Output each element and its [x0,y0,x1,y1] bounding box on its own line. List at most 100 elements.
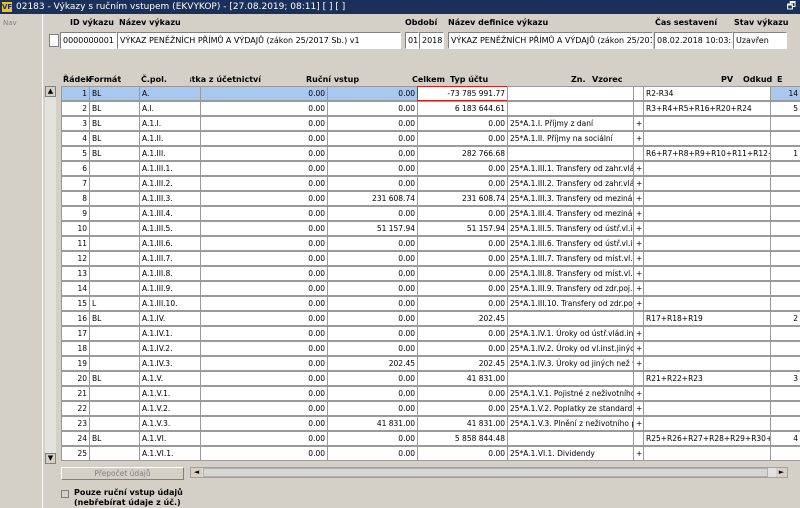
cell-celkem[interactable]: 0.00 [417,131,508,146]
id-field[interactable]: 0000000001 [60,32,117,49]
status-field[interactable]: Uzavřen [733,32,787,49]
cell-format[interactable] [89,206,140,221]
cell-celkem[interactable]: 0.00 [417,446,508,461]
cell-radek[interactable]: 12 [61,251,90,266]
cell-format[interactable] [89,191,140,206]
table-row[interactable]: 13 A.1.III.8. 0.00 0.00 0.00 25*A.1.III.8. Tr… [61,266,800,281]
scroll-down-icon[interactable]: ▼ [45,453,56,464]
cell-radek[interactable]: 24 [61,431,90,446]
cell-rucni[interactable]: 202.45 [327,356,418,371]
table-row[interactable]: 3 BL A.1.I. 0.00 0.00 0.00 25*A.1.I. Příjmy z … [61,116,800,131]
cell-cpol[interactable]: A.1.VI. [139,431,201,446]
table-row[interactable]: 15 L A.1.III.10. 0.00 0.00 0.00 25*A.1.III.10.… [61,296,800,311]
cell-format[interactable]: L [89,296,140,311]
cell-castka[interactable]: 0.00 [200,101,328,116]
table-row[interactable]: 10 A.1.III.5. 0.00 51 157.94 51 157.94 25*A.1… [61,221,800,236]
cell-cpol[interactable]: A.1.I. [139,116,201,131]
nav-label[interactable]: Nav [3,19,17,27]
cell-pv[interactable] [770,116,800,131]
cell-radek[interactable]: 4 [61,131,90,146]
cell-rucni[interactable]: 0.00 [327,131,418,146]
cell-vzorec[interactable] [643,416,771,431]
cell-vzorec[interactable] [643,161,771,176]
cell-vzorec[interactable] [643,281,771,296]
cell-celkem[interactable]: 0.00 [417,176,508,191]
cell-pv[interactable] [770,296,800,311]
cell-typ[interactable]: 25*A.1.I. Příjmy z daní [507,116,634,131]
cell-vzorec[interactable]: R3+R4+R5+R16+R20+R24 [643,101,771,116]
cell-format[interactable]: BL [89,146,140,161]
cell-vzorec[interactable]: R17+R18+R19 [643,311,771,326]
cell-typ[interactable] [507,311,634,326]
cell-castka[interactable]: 0.00 [200,221,328,236]
cell-cpol[interactable]: A.1.III.4. [139,206,201,221]
cell-format[interactable] [89,266,140,281]
cell-pv[interactable] [770,446,800,461]
cell-celkem[interactable]: 41 831.00 [417,371,508,386]
cell-cpol[interactable]: A.1.II. [139,131,201,146]
cell-castka[interactable]: 0.00 [200,401,328,416]
cell-castka[interactable]: 0.00 [200,116,328,131]
cell-rucni[interactable]: 0.00 [327,296,418,311]
cell-castka[interactable]: 0.00 [200,146,328,161]
cell-format[interactable]: BL [89,431,140,446]
cell-typ[interactable] [507,431,634,446]
cell-vzorec[interactable] [643,401,771,416]
cell-celkem[interactable]: 0.00 [417,251,508,266]
cell-celkem[interactable]: 0.00 [417,401,508,416]
cell-typ[interactable]: 25*A.1.III.8. Transfery od míst.vl.i [507,266,634,281]
cell-format[interactable] [89,356,140,371]
cell-typ[interactable]: 25*A.1.III.3. Transfery od mezinár [507,191,634,206]
cell-format[interactable]: BL [89,86,140,101]
definition-field[interactable]: VÝKAZ PENĚŽNÍCH PŘÍMŮ A VÝDAJŮ (zákon 25… [448,32,653,49]
cell-rucni[interactable]: 0.00 [327,206,418,221]
cell-typ[interactable] [507,101,634,116]
cell-pv[interactable] [770,281,800,296]
table-row[interactable]: 7 A.1.III.2. 0.00 0.00 0.00 25*A.1.III.2. Tra… [61,176,800,191]
table-row[interactable]: 24 BL A.1.VI. 0.00 0.00 5 858 844.48 R25+R26+R… [61,431,800,446]
cell-radek[interactable]: 17 [61,326,90,341]
cell-cpol[interactable]: A.1.III.5. [139,221,201,236]
cell-rucni[interactable]: 0.00 [327,401,418,416]
cell-format[interactable] [89,251,140,266]
cell-rucni[interactable]: 0.00 [327,386,418,401]
cell-format[interactable]: BL [89,371,140,386]
cell-typ[interactable] [507,371,634,386]
cell-celkem[interactable]: 41 831.00 [417,416,508,431]
cell-rucni[interactable]: 0.00 [327,281,418,296]
cell-castka[interactable]: 0.00 [200,446,328,461]
cell-rucni[interactable]: 0.00 [327,116,418,131]
cell-castka[interactable]: 0.00 [200,161,328,176]
cell-pv[interactable] [770,206,800,221]
table-row[interactable]: 4 BL A.1.II. 0.00 0.00 0.00 25*A.1.II. Příjmy … [61,131,800,146]
cell-pv[interactable] [770,251,800,266]
cell-cpol[interactable]: A.1.III.7. [139,251,201,266]
cell-rucni[interactable]: 0.00 [327,101,418,116]
table-row[interactable]: 12 A.1.III.7. 0.00 0.00 0.00 25*A.1.III.7. Tr… [61,251,800,266]
cell-typ[interactable]: 25*A.1.V.2. Poplatky ze standard. [507,401,634,416]
cell-rucni[interactable]: 0.00 [327,266,418,281]
cell-pv[interactable] [770,401,800,416]
cell-castka[interactable]: 0.00 [200,296,328,311]
cell-castka[interactable]: 0.00 [200,176,328,191]
cell-pv[interactable]: 1 [770,146,800,161]
cell-format[interactable] [89,176,140,191]
cell-cpol[interactable]: A.1.III.10. [139,296,201,311]
cell-celkem[interactable]: -73 785 991.77 [417,86,508,101]
cell-castka[interactable]: 0.00 [200,431,328,446]
cell-celkem[interactable]: 0.00 [417,116,508,131]
cell-vzorec[interactable] [643,341,771,356]
cell-celkem[interactable]: 5 858 844.48 [417,431,508,446]
cell-format[interactable] [89,326,140,341]
cell-vzorec[interactable] [643,356,771,371]
cell-rucni[interactable]: 51 157.94 [327,221,418,236]
cell-radek[interactable]: 5 [61,146,90,161]
cell-vzorec[interactable] [643,176,771,191]
cell-castka[interactable]: 0.00 [200,206,328,221]
table-row[interactable]: 6 A.1.III.1. 0.00 0.00 0.00 25*A.1.III.1. Tra… [61,161,800,176]
cell-celkem[interactable]: 0.00 [417,161,508,176]
cell-castka[interactable]: 0.00 [200,326,328,341]
cell-cpol[interactable]: A.1.IV. [139,311,201,326]
scroll-left-icon[interactable]: ◄ [191,468,202,477]
cell-radek[interactable]: 2 [61,101,90,116]
